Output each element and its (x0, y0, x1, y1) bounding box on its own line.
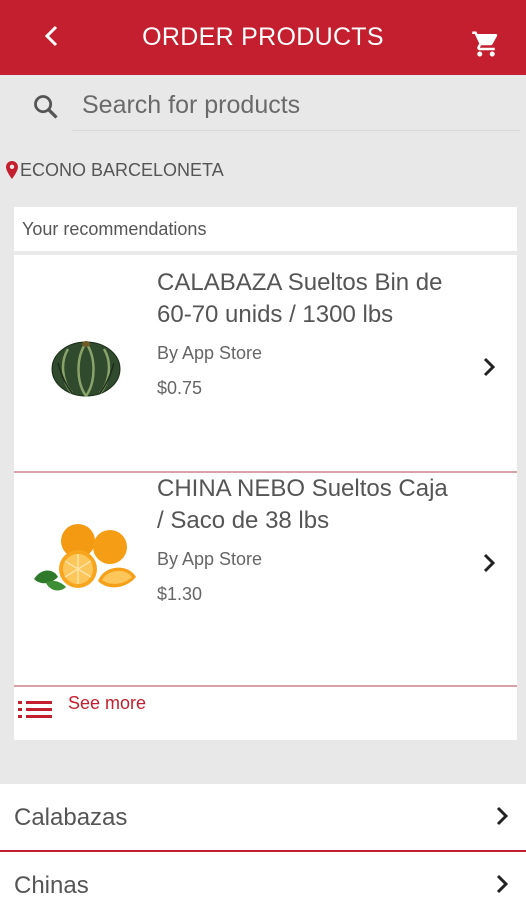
product-price: $0.75 (157, 378, 203, 398)
list-icon (18, 701, 52, 718)
store-name: ECONO BARCELONETA (20, 159, 224, 180)
category-row-chinas[interactable]: Chinas (0, 850, 526, 900)
product-name: CHINA NEBO Sueltos Caja / Saco de 38 lbs (157, 475, 448, 534)
pumpkin-image (51, 341, 121, 397)
cart-button[interactable] (470, 28, 502, 60)
product-seller: By App Store (157, 343, 263, 363)
search-bar (0, 75, 526, 137)
chevron-right-icon (483, 357, 496, 377)
cart-icon (472, 31, 498, 57)
category-label: Chinas (14, 872, 89, 899)
search-input[interactable] (72, 81, 520, 131)
chevron-right-icon (483, 553, 496, 573)
top-app-bar: ORDER PRODUCTS (0, 0, 526, 75)
category-row-calabazas[interactable]: Calabazas (0, 784, 526, 850)
page-title: ORDER PRODUCTS (142, 23, 384, 51)
see-more-button[interactable]: See more (14, 685, 517, 734)
recommendations-heading: Your recommendations (14, 207, 517, 255)
map-pin-icon (6, 161, 18, 179)
product-card[interactable]: CALABAZA Sueltos Bin de 60-70 unids / 13… (14, 255, 517, 471)
back-button[interactable] (36, 20, 68, 52)
oranges-image (34, 524, 136, 591)
product-name: CALABAZA Sueltos Bin de 60-70 unids / 13… (157, 269, 443, 328)
search-icon (34, 95, 58, 119)
store-location[interactable]: ECONO BARCELONETA (6, 158, 224, 182)
product-info: CHINA NEBO Sueltos Caja / Saco de 38 lbs… (157, 473, 457, 605)
product-info: CALABAZA Sueltos Bin de 60-70 unids / 13… (157, 267, 457, 399)
category-label: Calabazas (14, 804, 128, 831)
chevron-right-icon (496, 806, 509, 826)
chevron-right-icon (496, 874, 509, 894)
back-arrow-icon (44, 25, 58, 47)
recommendations-panel: Your recommendations CALABAZA Sueltos Bi… (14, 207, 517, 740)
product-card[interactable]: CHINA NEBO Sueltos Caja / Saco de 38 lbs… (14, 471, 517, 685)
product-seller: By App Store (157, 549, 263, 569)
see-more-label: See more (68, 693, 147, 713)
product-price: $1.30 (157, 584, 203, 604)
